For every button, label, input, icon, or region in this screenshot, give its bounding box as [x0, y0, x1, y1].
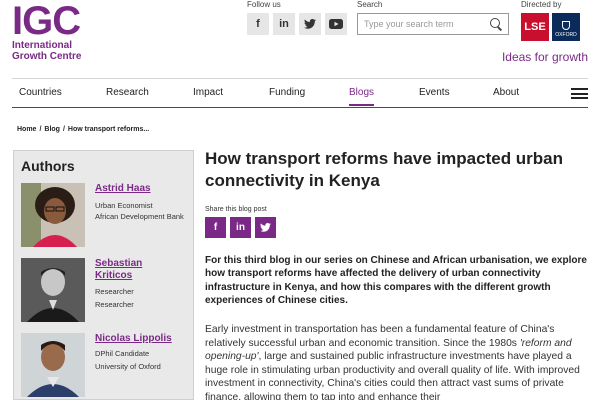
- site-header: IGC International Growth Centre Follow u…: [0, 0, 600, 72]
- author-name-link[interactable]: Nicolas Lippolis: [95, 333, 193, 345]
- author-org: Researcher: [95, 300, 134, 309]
- share-label: Share this blog post: [205, 206, 267, 213]
- author-card: Sebastian Kriticos Researcher Researcher: [21, 258, 191, 322]
- partner-logos: LSE OXFORD: [521, 13, 580, 41]
- breadcrumb-separator: /: [62, 126, 65, 133]
- search-box: [357, 13, 509, 35]
- oxford-logo[interactable]: OXFORD: [552, 13, 580, 41]
- oxford-crest-icon: [562, 21, 570, 30]
- author-role: Urban Economist: [95, 201, 153, 210]
- twitter-icon[interactable]: [299, 13, 321, 35]
- igc-logo[interactable]: IGC International Growth Centre: [12, 0, 82, 62]
- logo-mark: IGC: [12, 0, 81, 43]
- article-title: How transport reforms have impacted urba…: [205, 149, 564, 190]
- breadcrumb-current: How transport reforms...: [67, 126, 150, 133]
- directed-label: Directed by: [521, 0, 562, 9]
- author-name-link[interactable]: Astrid Haas: [95, 183, 193, 195]
- author-photo: [21, 183, 85, 247]
- nav-impact[interactable]: Impact: [193, 87, 223, 98]
- oxford-label: OXFORD: [555, 32, 577, 38]
- author-name-link[interactable]: Sebastian Kriticos: [95, 258, 193, 282]
- article-intro: For this third blog in our series on Chi…: [205, 255, 587, 306]
- author-name-line-1: Sebastian: [95, 258, 143, 269]
- author-info: Sebastian Kriticos Researcher Researcher: [95, 258, 193, 310]
- share-twitter-icon[interactable]: [255, 217, 276, 238]
- author-info: Astrid Haas Urban Economist African Deve…: [95, 183, 193, 222]
- nav-about[interactable]: About: [493, 87, 519, 98]
- search-area: Search: [357, 0, 509, 35]
- body-text-part-2: , large and sustained public infrastruct…: [205, 351, 580, 400]
- social-links: f in: [247, 13, 347, 35]
- author-card: Astrid Haas Urban Economist African Deve…: [21, 183, 191, 247]
- breadcrumb-home[interactable]: Home: [17, 126, 36, 133]
- directed-by: Directed by LSE OXFORD: [521, 0, 580, 41]
- search-label: Search: [357, 0, 383, 9]
- search-icon[interactable]: [490, 18, 502, 30]
- search-input[interactable]: [364, 19, 484, 29]
- author-card: Nicolas Lippolis DPhil Candidate Univers…: [21, 333, 191, 397]
- menu-icon[interactable]: [571, 88, 588, 99]
- body-text-part-1: Early investment in transportation has b…: [205, 324, 555, 349]
- share-facebook-icon[interactable]: f: [205, 217, 226, 238]
- authors-sidebar: Authors Astrid Haas Urban Economist Afri…: [13, 150, 194, 400]
- sidebar-title: Authors: [21, 158, 75, 174]
- share-buttons: f in: [205, 217, 590, 238]
- facebook-icon[interactable]: f: [247, 13, 269, 35]
- author-org: African Development Bank: [95, 212, 184, 221]
- youtube-icon[interactable]: [325, 13, 347, 35]
- linkedin-icon[interactable]: in: [273, 13, 295, 35]
- share-linkedin-icon[interactable]: in: [230, 217, 251, 238]
- breadcrumb-separator: /: [39, 126, 42, 133]
- author-photo: [21, 333, 85, 397]
- author-info: Nicolas Lippolis DPhil Candidate Univers…: [95, 333, 193, 372]
- author-org: University of Oxford: [95, 362, 161, 371]
- author-role: DPhil Candidate: [95, 349, 150, 358]
- author-role: Researcher: [95, 287, 134, 296]
- article-body: Early investment in transportation has b…: [205, 323, 590, 400]
- breadcrumb-blog[interactable]: Blog: [44, 126, 60, 133]
- follow-us: Follow us f in: [247, 0, 347, 35]
- nav-research[interactable]: Research: [106, 87, 149, 98]
- follow-label: Follow us: [247, 0, 281, 9]
- nav-funding[interactable]: Funding: [269, 87, 305, 98]
- main-nav: Countries Research Impact Funding Blogs …: [12, 78, 588, 108]
- author-name-line-2: Kriticos: [95, 270, 133, 281]
- logo-line-2: Growth Centre: [12, 51, 82, 62]
- tagline: Ideas for growth: [501, 50, 588, 64]
- nav-blogs[interactable]: Blogs: [349, 87, 375, 106]
- blog-article: How transport reforms have impacted urba…: [205, 148, 590, 400]
- nav-events[interactable]: Events: [419, 87, 450, 98]
- logo-line-1: International: [12, 40, 73, 51]
- breadcrumb: Home / Blog / How transport reforms...: [17, 126, 149, 133]
- nav-countries[interactable]: Countries: [19, 87, 62, 98]
- lse-logo[interactable]: LSE: [521, 13, 549, 41]
- author-photo: [21, 258, 85, 322]
